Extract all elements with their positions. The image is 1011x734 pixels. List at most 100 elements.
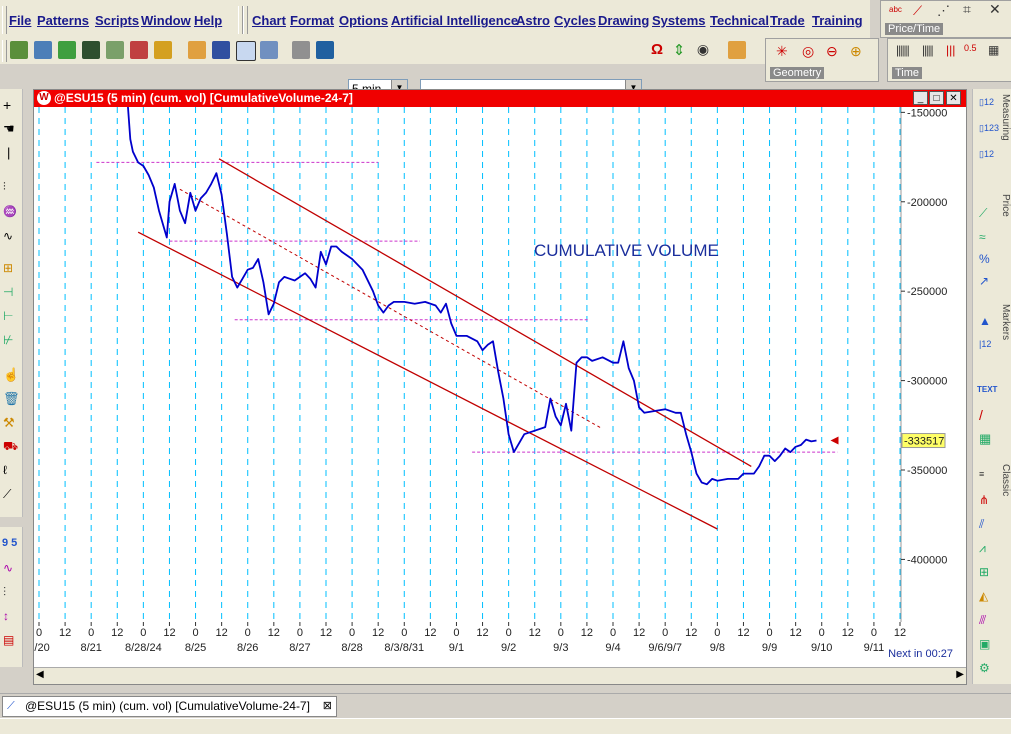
menu-cycles[interactable]: Cycles <box>554 13 596 28</box>
triangle-icon[interactable]: ◭ <box>979 589 995 605</box>
arrow-split-icon[interactable]: ⊢ <box>3 309 19 325</box>
abr-icon[interactable]: ≡ <box>979 469 995 485</box>
zoom-icon[interactable] <box>34 41 52 59</box>
minimize-button[interactable]: _ <box>913 91 928 105</box>
menu-scripts[interactable]: Scripts <box>95 13 139 28</box>
price-channel-icon[interactable]: ≈ <box>979 230 995 246</box>
parallel-icon[interactable]: ⫽ <box>979 517 995 533</box>
menu-file[interactable]: File <box>9 13 31 28</box>
chart-titlebar[interactable]: W @ESU15 (5 min) (cum. vol) [CumulativeV… <box>34 90 966 107</box>
candles-icon[interactable]: ♒ <box>3 205 19 221</box>
time-grid-icon[interactable]: ▦ <box>988 43 999 57</box>
text-icon[interactable]: TEXT <box>977 385 997 401</box>
abc-icon[interactable]: abc <box>889 5 902 14</box>
open-folder-icon[interactable] <box>188 41 206 59</box>
direction-icon[interactable] <box>154 41 172 59</box>
eye-icon[interactable]: ◉ <box>694 41 712 59</box>
ear-icon[interactable]: ℓ <box>3 463 19 479</box>
save-icon[interactable] <box>212 41 230 59</box>
measure-bar-icon[interactable]: ▯12 <box>979 149 995 165</box>
scroll-left-icon[interactable]: ◀ <box>36 669 44 680</box>
chart-window[interactable]: W @ESU15 (5 min) (cum. vol) [CumulativeV… <box>33 89 967 685</box>
refresh-icon[interactable] <box>106 41 124 59</box>
time-lines-icon[interactable]: |||||| <box>896 43 910 57</box>
data-icon[interactable] <box>82 41 100 59</box>
updown-arrow-icon[interactable]: ⇕ <box>670 41 688 59</box>
toolbar-grip[interactable] <box>2 6 7 34</box>
up-marker-icon[interactable]: ▲ <box>979 314 995 330</box>
menu-training[interactable]: Training <box>812 13 863 28</box>
marker-12-icon[interactable]: |12 <box>979 339 995 355</box>
horizontal-scrollbar[interactable]: ◀ ▶ <box>34 667 966 684</box>
menu-options[interactable]: Options <box>339 13 388 28</box>
toolbar-grip[interactable] <box>243 6 248 34</box>
line-tool-icon[interactable]: ⋰ <box>937 3 950 19</box>
undo-icon[interactable] <box>316 41 334 59</box>
tools-icon[interactable]: ⚒ <box>3 415 19 431</box>
stripes-icon[interactable]: ⫻ <box>979 613 995 629</box>
circle-icon[interactable]: ◎ <box>802 43 814 60</box>
trash-icon[interactable]: 🗑 <box>3 391 20 407</box>
pointer-icon[interactable] <box>236 41 256 61</box>
hand-icon[interactable]: ☚ <box>3 121 19 137</box>
fib-95-icon[interactable]: 9 5 <box>2 537 18 553</box>
new-chart-icon[interactable] <box>10 41 28 59</box>
percent-icon[interactable]: % <box>979 252 995 268</box>
menu-astro[interactable]: Astro <box>516 13 550 28</box>
wave-icon[interactable]: ∿ <box>3 229 19 245</box>
measure-123-icon[interactable]: ▯123 <box>979 123 999 139</box>
bars-icon[interactable]: ⫶ <box>3 181 19 197</box>
close-button[interactable]: ✕ <box>946 91 961 105</box>
split-icon[interactable]: ⊣ <box>3 285 19 301</box>
tab-close-icon[interactable]: ⊠ <box>323 697 332 716</box>
measuring-tab[interactable]: Measuring <box>1000 94 1011 141</box>
red-line-icon[interactable]: / <box>979 407 995 423</box>
cross-tool-icon[interactable]: ✕ <box>989 1 1001 18</box>
print-icon[interactable] <box>292 41 310 59</box>
pointer-hand-icon[interactable]: ☝ <box>3 367 19 383</box>
truck-icon[interactable]: ⛟ <box>3 439 19 455</box>
menu-technical[interactable]: Technical <box>710 13 769 28</box>
measure-12-icon[interactable]: ▯12 <box>979 97 995 113</box>
price-line-icon[interactable]: ⟋ <box>979 206 995 222</box>
menu-help[interactable]: Help <box>194 13 222 28</box>
menu-window[interactable]: Window <box>141 13 191 28</box>
ellipse-icon[interactable]: ⊖ <box>826 43 838 60</box>
crosshair-icon[interactable]: + <box>3 97 19 113</box>
vertical-line-icon[interactable]: | <box>7 145 23 161</box>
price-marker-icon[interactable]: ⊞ <box>3 261 19 277</box>
fib-grid-icon[interactable]: ▤ <box>3 633 19 649</box>
add-icon[interactable] <box>58 41 76 59</box>
network-icon[interactable]: ⚙ <box>979 661 995 677</box>
ruler-icon[interactable]: ⟋ <box>3 487 19 503</box>
menu-systems[interactable]: Systems <box>652 13 705 28</box>
scroll-right-icon[interactable]: ▶ <box>956 669 964 680</box>
merge-icon[interactable]: ⊬ <box>3 333 19 349</box>
markers-tab[interactable]: Markers <box>1000 304 1011 340</box>
menu-drawing[interactable]: Drawing <box>598 13 649 28</box>
settings-icon[interactable] <box>728 41 746 59</box>
time-tool-icon[interactable]: ⌗ <box>963 1 971 18</box>
fan-icon[interactable]: ✳ <box>776 43 788 60</box>
print-preview-icon[interactable] <box>260 41 278 59</box>
wave-fib-icon[interactable]: ∿ <box>3 561 19 577</box>
magnet-icon[interactable]: Ω <box>648 41 666 59</box>
grid-icon[interactable]: ▦ <box>979 431 995 447</box>
menu-chart[interactable]: Chart <box>252 13 286 28</box>
ratio-fib-icon[interactable]: ↕ <box>3 609 19 625</box>
fib-time-icon[interactable]: ||||| <box>922 43 934 57</box>
classic-tab[interactable]: Classic <box>1000 464 1011 496</box>
chart-tab[interactable]: ⟋ @ESU15 (5 min) (cum. vol) [CumulativeV… <box>2 696 337 717</box>
chart-tool-icon[interactable]: ⟋ <box>913 3 922 19</box>
menu-format[interactable]: Format <box>290 13 334 28</box>
fan-lines-icon[interactable]: ⩘ <box>979 541 995 557</box>
grid-square-icon[interactable]: ⊞ <box>979 565 995 581</box>
price-tab[interactable]: Price <box>1000 194 1011 217</box>
trend-icon[interactable]: ↗ <box>979 274 995 290</box>
menu-artificial-intelligence[interactable]: Artificial Intelligence <box>391 13 518 28</box>
ratio-icon[interactable]: 0.5 <box>964 43 977 53</box>
menu-patterns[interactable]: Patterns <box>37 13 89 28</box>
pitchfork-icon[interactable]: ⋔ <box>979 493 995 509</box>
box-icon[interactable]: ▣ <box>979 637 995 653</box>
target-icon[interactable]: ⊕ <box>850 43 862 60</box>
